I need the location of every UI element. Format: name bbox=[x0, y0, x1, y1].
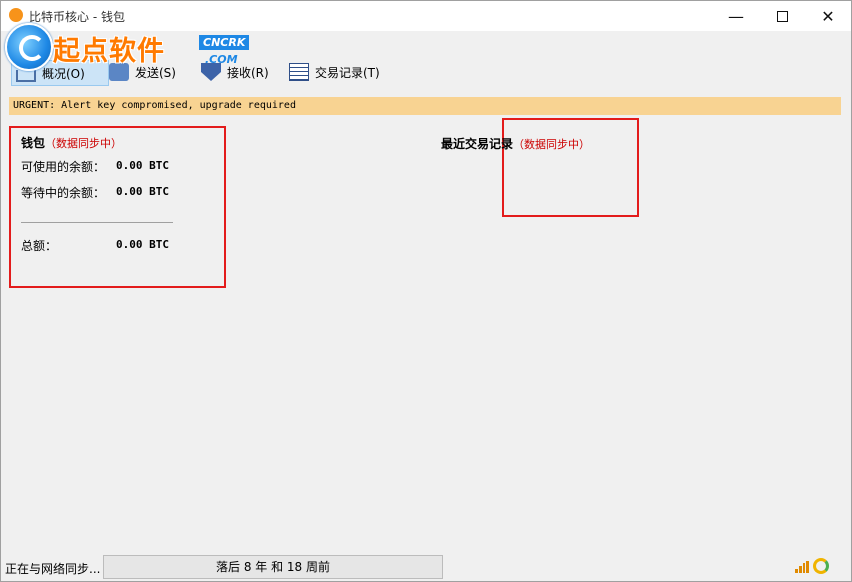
status-bar: 正在与网络同步... 落后 8 年 和 18 周前 bbox=[1, 553, 851, 581]
watermark-circle-icon bbox=[5, 23, 53, 71]
available-balance-value: 0.00 BTC bbox=[116, 159, 169, 172]
sync-status-text: 正在与网络同步... bbox=[5, 562, 101, 576]
balance-divider bbox=[21, 222, 173, 223]
pending-balance-label: 等待中的余额： bbox=[21, 186, 106, 200]
tab-transactions-label: 交易记录(T) bbox=[315, 65, 380, 80]
watermark-text: 起点软件 bbox=[53, 36, 165, 67]
wallet-heading: 钱包（数据同步中） bbox=[21, 134, 122, 151]
tab-transactions[interactable]: 交易记录(T) bbox=[285, 60, 384, 84]
sync-progress-bar: 落后 8 年 和 18 周前 bbox=[103, 555, 443, 579]
maximize-icon bbox=[776, 10, 788, 22]
sync-icon[interactable] bbox=[813, 558, 829, 574]
watermark-com: .COM bbox=[205, 53, 238, 66]
network-signal-icon[interactable] bbox=[795, 561, 809, 573]
wallet-title: 钱包 bbox=[21, 136, 46, 150]
recent-sync-status: （数据同步中） bbox=[513, 138, 591, 151]
watermark-badge: CNCRK bbox=[199, 35, 250, 50]
recent-transactions-heading: 最近交易记录（数据同步中） bbox=[441, 135, 590, 152]
app-window: 比特币核心 - 钱包 — ✕ 起点软件 CNCRK .COM 概况(O) 发送(… bbox=[0, 0, 852, 582]
list-icon bbox=[289, 63, 309, 81]
alert-banner: URGENT: Alert key compromised, upgrade r… bbox=[9, 97, 841, 115]
close-button[interactable]: ✕ bbox=[805, 1, 851, 31]
sync-progress-label: 落后 8 年 和 18 周前 bbox=[216, 560, 330, 574]
minimize-button[interactable]: — bbox=[713, 1, 759, 31]
watermark-logo: 起点软件 CNCRK .COM bbox=[1, 19, 261, 79]
recent-sync-highlight-box bbox=[502, 118, 639, 217]
pending-balance-value: 0.00 BTC bbox=[116, 185, 169, 198]
total-balance-label: 总额： bbox=[21, 239, 58, 253]
total-balance-value: 0.00 BTC bbox=[116, 238, 169, 251]
recent-transactions-title: 最近交易记录 bbox=[441, 137, 514, 151]
available-balance-label: 可使用的余额： bbox=[21, 160, 106, 174]
maximize-button[interactable] bbox=[759, 1, 805, 31]
wallet-sync-status: （数据同步中） bbox=[45, 137, 123, 150]
